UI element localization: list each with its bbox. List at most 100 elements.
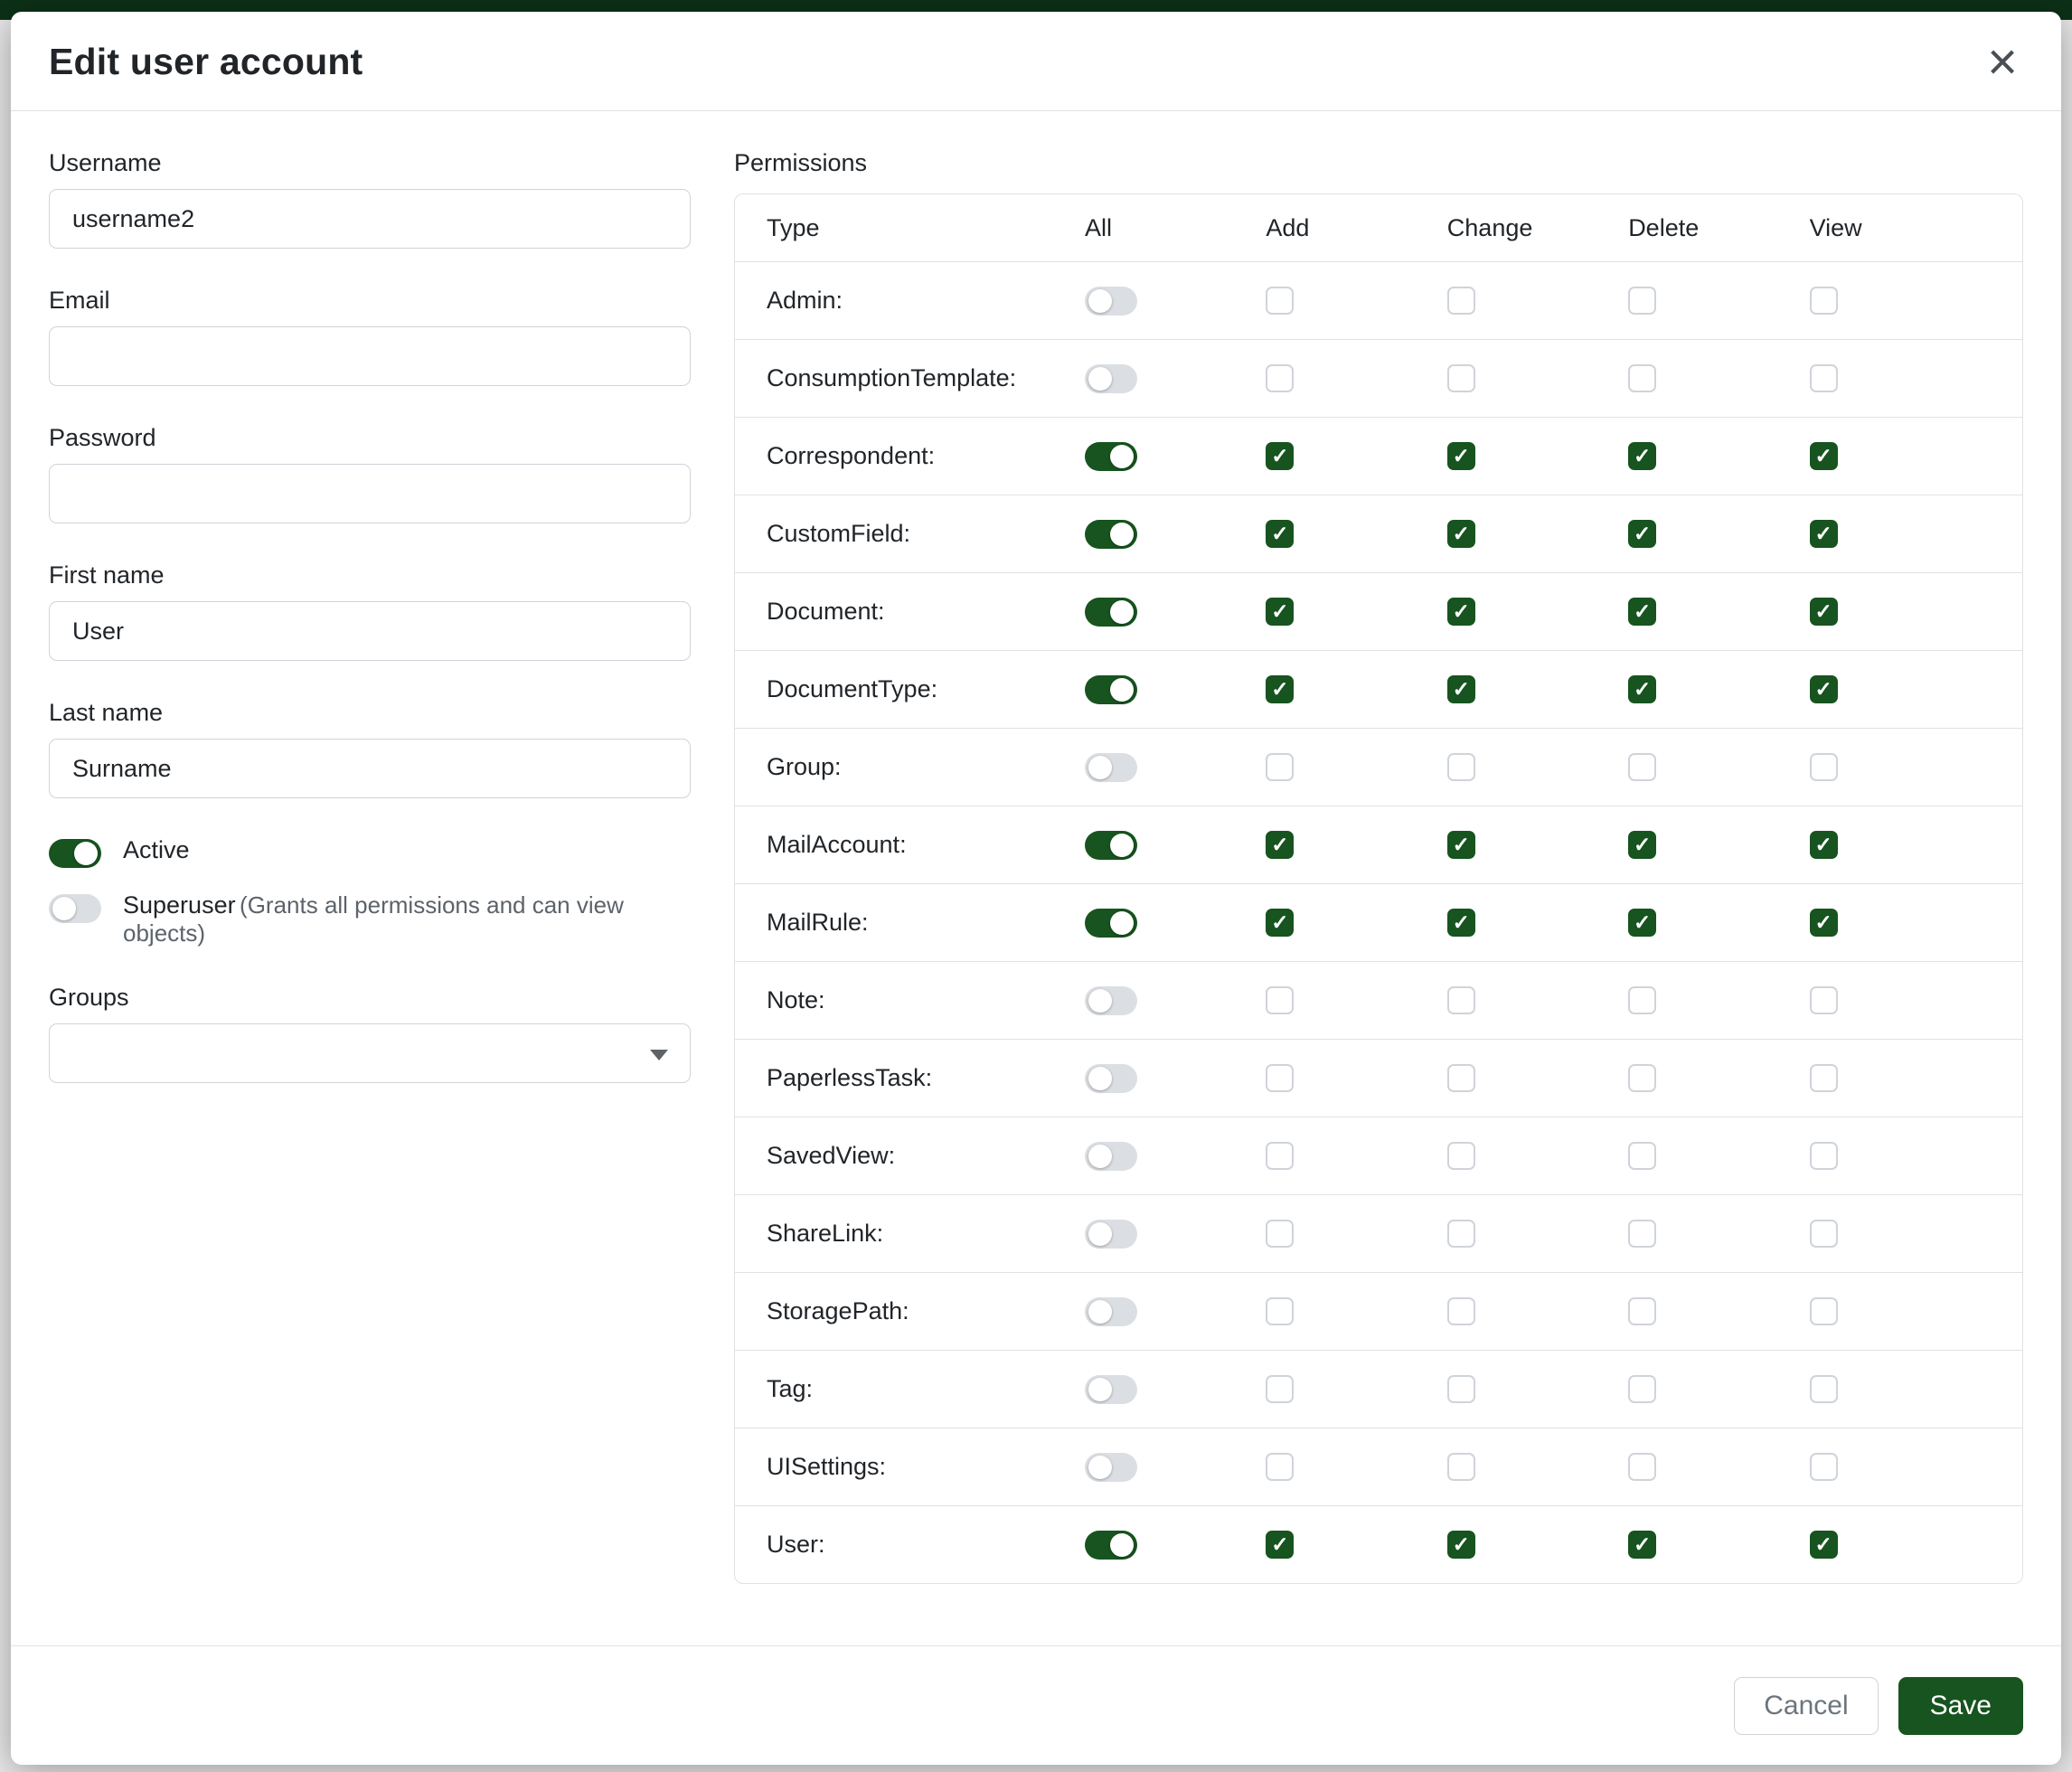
permission-checkbox-view[interactable] bbox=[1810, 598, 1838, 626]
password-input[interactable] bbox=[49, 464, 691, 523]
permission-checkbox-delete[interactable] bbox=[1628, 1453, 1656, 1481]
permission-checkbox-add[interactable] bbox=[1266, 520, 1294, 548]
permission-checkbox-change[interactable] bbox=[1447, 1531, 1475, 1559]
permission-checkbox-view[interactable] bbox=[1810, 1375, 1838, 1403]
permission-checkbox-delete[interactable] bbox=[1628, 1142, 1656, 1170]
permission-toggle-all[interactable] bbox=[1085, 287, 1137, 316]
permission-checkbox-view[interactable] bbox=[1810, 1142, 1838, 1170]
permission-checkbox-view[interactable] bbox=[1810, 753, 1838, 781]
permission-toggle-all[interactable] bbox=[1085, 1142, 1137, 1171]
permission-checkbox-add[interactable] bbox=[1266, 753, 1294, 781]
permission-toggle-all[interactable] bbox=[1085, 909, 1137, 938]
permission-checkbox-add[interactable] bbox=[1266, 1375, 1294, 1403]
permission-checkbox-delete[interactable] bbox=[1628, 1297, 1656, 1325]
permission-checkbox-delete[interactable] bbox=[1628, 909, 1656, 937]
permission-toggle-all[interactable] bbox=[1085, 598, 1137, 627]
permission-checkbox-change[interactable] bbox=[1447, 753, 1475, 781]
permission-checkbox-delete[interactable] bbox=[1628, 831, 1656, 859]
permission-checkbox-add[interactable] bbox=[1266, 1297, 1294, 1325]
permission-checkbox-delete[interactable] bbox=[1628, 1375, 1656, 1403]
permission-checkbox-add[interactable] bbox=[1266, 986, 1294, 1014]
permission-checkbox-change[interactable] bbox=[1447, 1375, 1475, 1403]
permission-checkbox-add[interactable] bbox=[1266, 1064, 1294, 1092]
permission-checkbox-delete[interactable] bbox=[1628, 364, 1656, 392]
cancel-button[interactable]: Cancel bbox=[1734, 1677, 1878, 1735]
permission-checkbox-view[interactable] bbox=[1810, 1220, 1838, 1248]
permission-checkbox-change[interactable] bbox=[1447, 1297, 1475, 1325]
permission-toggle-all[interactable] bbox=[1085, 986, 1137, 1015]
username-input[interactable] bbox=[49, 189, 691, 249]
permission-checkbox-add[interactable] bbox=[1266, 831, 1294, 859]
permission-row: PaperlessTask: bbox=[735, 1039, 2022, 1117]
permission-toggle-all[interactable] bbox=[1085, 1375, 1137, 1404]
permission-checkbox-add[interactable] bbox=[1266, 287, 1294, 315]
permission-checkbox-delete[interactable] bbox=[1628, 1531, 1656, 1559]
permission-checkbox-change[interactable] bbox=[1447, 675, 1475, 703]
permission-checkbox-view[interactable] bbox=[1810, 442, 1838, 470]
permission-checkbox-add[interactable] bbox=[1266, 909, 1294, 937]
permission-checkbox-add[interactable] bbox=[1266, 1220, 1294, 1248]
permission-toggle-all[interactable] bbox=[1085, 1220, 1137, 1249]
permission-checkbox-add[interactable] bbox=[1266, 598, 1294, 626]
permission-checkbox-change[interactable] bbox=[1447, 986, 1475, 1014]
permission-toggle-all[interactable] bbox=[1085, 1453, 1137, 1482]
permission-toggle-all[interactable] bbox=[1085, 442, 1137, 471]
permission-checkbox-add[interactable] bbox=[1266, 1531, 1294, 1559]
email-input[interactable] bbox=[49, 326, 691, 386]
last-name-input[interactable] bbox=[49, 739, 691, 798]
active-toggle[interactable] bbox=[49, 839, 101, 868]
permission-toggle-all[interactable] bbox=[1085, 753, 1137, 782]
permission-checkbox-view[interactable] bbox=[1810, 1531, 1838, 1559]
permission-checkbox-change[interactable] bbox=[1447, 442, 1475, 470]
close-icon[interactable]: × bbox=[1982, 44, 2023, 80]
permission-toggle-all[interactable] bbox=[1085, 1531, 1137, 1560]
permission-checkbox-change[interactable] bbox=[1447, 1453, 1475, 1481]
email-field-group: Email bbox=[49, 287, 691, 386]
permission-type-label: Correspondent: bbox=[767, 442, 1085, 470]
permission-toggle-all[interactable] bbox=[1085, 520, 1137, 549]
permission-toggle-all[interactable] bbox=[1085, 675, 1137, 704]
superuser-toggle[interactable] bbox=[49, 894, 101, 923]
permission-checkbox-change[interactable] bbox=[1447, 831, 1475, 859]
permission-checkbox-delete[interactable] bbox=[1628, 442, 1656, 470]
permission-checkbox-add[interactable] bbox=[1266, 442, 1294, 470]
permission-checkbox-change[interactable] bbox=[1447, 1220, 1475, 1248]
permission-checkbox-view[interactable] bbox=[1810, 1064, 1838, 1092]
permission-checkbox-add[interactable] bbox=[1266, 1453, 1294, 1481]
permission-checkbox-change[interactable] bbox=[1447, 364, 1475, 392]
permission-checkbox-view[interactable] bbox=[1810, 909, 1838, 937]
permission-checkbox-change[interactable] bbox=[1447, 1064, 1475, 1092]
permission-checkbox-delete[interactable] bbox=[1628, 598, 1656, 626]
save-button[interactable]: Save bbox=[1898, 1677, 2023, 1735]
permission-checkbox-change[interactable] bbox=[1447, 598, 1475, 626]
permission-toggle-all[interactable] bbox=[1085, 831, 1137, 860]
permission-toggle-all[interactable] bbox=[1085, 1064, 1137, 1093]
permission-checkbox-delete[interactable] bbox=[1628, 753, 1656, 781]
permission-checkbox-view[interactable] bbox=[1810, 831, 1838, 859]
permission-checkbox-view[interactable] bbox=[1810, 986, 1838, 1014]
permission-checkbox-view[interactable] bbox=[1810, 287, 1838, 315]
permission-checkbox-add[interactable] bbox=[1266, 1142, 1294, 1170]
permission-toggle-all[interactable] bbox=[1085, 1297, 1137, 1326]
permission-checkbox-change[interactable] bbox=[1447, 909, 1475, 937]
permission-checkbox-add[interactable] bbox=[1266, 364, 1294, 392]
permission-checkbox-delete[interactable] bbox=[1628, 675, 1656, 703]
permission-checkbox-delete[interactable] bbox=[1628, 1064, 1656, 1092]
username-field-group: Username bbox=[49, 149, 691, 249]
first-name-input[interactable] bbox=[49, 601, 691, 661]
permission-checkbox-change[interactable] bbox=[1447, 287, 1475, 315]
permission-checkbox-add[interactable] bbox=[1266, 675, 1294, 703]
permission-checkbox-delete[interactable] bbox=[1628, 287, 1656, 315]
permission-checkbox-delete[interactable] bbox=[1628, 986, 1656, 1014]
permission-checkbox-view[interactable] bbox=[1810, 675, 1838, 703]
permission-checkbox-view[interactable] bbox=[1810, 1297, 1838, 1325]
groups-select[interactable] bbox=[49, 1023, 691, 1083]
permission-checkbox-change[interactable] bbox=[1447, 520, 1475, 548]
permission-toggle-all[interactable] bbox=[1085, 364, 1137, 393]
permission-checkbox-view[interactable] bbox=[1810, 1453, 1838, 1481]
permission-checkbox-delete[interactable] bbox=[1628, 1220, 1656, 1248]
permission-checkbox-delete[interactable] bbox=[1628, 520, 1656, 548]
permission-checkbox-view[interactable] bbox=[1810, 520, 1838, 548]
permission-checkbox-view[interactable] bbox=[1810, 364, 1838, 392]
permission-checkbox-change[interactable] bbox=[1447, 1142, 1475, 1170]
